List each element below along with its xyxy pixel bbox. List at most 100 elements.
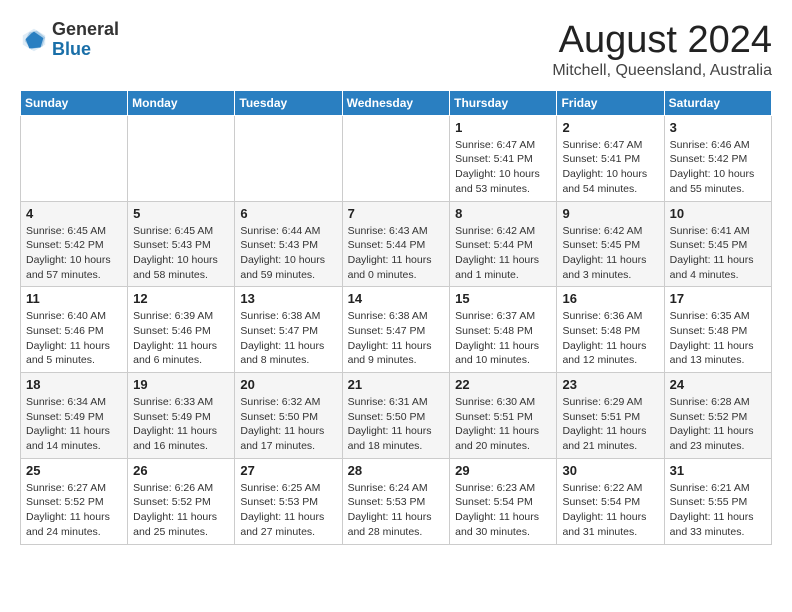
calendar-cell: 26 Sunrise: 6:26 AM Sunset: 5:52 PM Dayli…	[128, 458, 235, 544]
day-number: 13	[240, 291, 336, 306]
calendar-cell: 11 Sunrise: 6:40 AM Sunset: 5:46 PM Dayli…	[21, 287, 128, 373]
calendar-cell: 30 Sunrise: 6:22 AM Sunset: 5:54 PM Dayli…	[557, 458, 664, 544]
calendar-cell: 18 Sunrise: 6:34 AM Sunset: 5:49 PM Dayli…	[21, 373, 128, 459]
day-number: 6	[240, 206, 336, 221]
day-number: 14	[348, 291, 445, 306]
day-info: Sunrise: 6:23 AM Sunset: 5:54 PM Dayligh…	[455, 481, 551, 540]
day-number: 24	[670, 377, 766, 392]
calendar-cell: 6 Sunrise: 6:44 AM Sunset: 5:43 PM Daylig…	[235, 201, 342, 287]
calendar-cell: 29 Sunrise: 6:23 AM Sunset: 5:54 PM Dayli…	[450, 458, 557, 544]
day-number: 3	[670, 120, 766, 135]
calendar-cell: 2 Sunrise: 6:47 AM Sunset: 5:41 PM Daylig…	[557, 115, 664, 201]
day-info: Sunrise: 6:25 AM Sunset: 5:53 PM Dayligh…	[240, 481, 336, 540]
day-info: Sunrise: 6:43 AM Sunset: 5:44 PM Dayligh…	[348, 224, 445, 283]
calendar-table: SundayMondayTuesdayWednesdayThursdayFrid…	[20, 90, 772, 545]
calendar-cell: 31 Sunrise: 6:21 AM Sunset: 5:55 PM Dayli…	[664, 458, 771, 544]
day-info: Sunrise: 6:24 AM Sunset: 5:53 PM Dayligh…	[348, 481, 445, 540]
day-number: 11	[26, 291, 122, 306]
day-info: Sunrise: 6:30 AM Sunset: 5:51 PM Dayligh…	[455, 395, 551, 454]
day-number: 25	[26, 463, 122, 478]
calendar-cell: 13 Sunrise: 6:38 AM Sunset: 5:47 PM Dayli…	[235, 287, 342, 373]
calendar-cell: 4 Sunrise: 6:45 AM Sunset: 5:42 PM Daylig…	[21, 201, 128, 287]
day-info: Sunrise: 6:47 AM Sunset: 5:41 PM Dayligh…	[455, 138, 551, 197]
column-header-sunday: Sunday	[21, 90, 128, 115]
day-info: Sunrise: 6:34 AM Sunset: 5:49 PM Dayligh…	[26, 395, 122, 454]
page-header: General Blue August 2024 Mitchell, Queen…	[20, 20, 772, 80]
day-info: Sunrise: 6:44 AM Sunset: 5:43 PM Dayligh…	[240, 224, 336, 283]
calendar-cell: 23 Sunrise: 6:29 AM Sunset: 5:51 PM Dayli…	[557, 373, 664, 459]
day-number: 27	[240, 463, 336, 478]
calendar-cell	[128, 115, 235, 201]
day-number: 2	[562, 120, 658, 135]
day-number: 23	[562, 377, 658, 392]
logo-icon	[20, 26, 48, 54]
day-info: Sunrise: 6:45 AM Sunset: 5:42 PM Dayligh…	[26, 224, 122, 283]
calendar-cell: 10 Sunrise: 6:41 AM Sunset: 5:45 PM Dayli…	[664, 201, 771, 287]
calendar-cell: 17Sunrise: 6:35 AM Sunset: 5:48 PM Dayli…	[664, 287, 771, 373]
calendar-cell	[235, 115, 342, 201]
day-info: Sunrise: 6:31 AM Sunset: 5:50 PM Dayligh…	[348, 395, 445, 454]
calendar-week-5: 25 Sunrise: 6:27 AM Sunset: 5:52 PM Dayli…	[21, 458, 772, 544]
calendar-cell: 14Sunrise: 6:38 AM Sunset: 5:47 PM Dayli…	[342, 287, 450, 373]
day-info: Sunrise: 6:39 AM Sunset: 5:46 PM Dayligh…	[133, 309, 229, 368]
day-number: 22	[455, 377, 551, 392]
day-number: 31	[670, 463, 766, 478]
day-number: 5	[133, 206, 229, 221]
day-info: Sunrise: 6:22 AM Sunset: 5:54 PM Dayligh…	[562, 481, 658, 540]
month-title: August 2024	[552, 20, 772, 62]
calendar-cell: 20 Sunrise: 6:32 AM Sunset: 5:50 PM Dayli…	[235, 373, 342, 459]
day-number: 12	[133, 291, 229, 306]
day-info: Sunrise: 6:46 AM Sunset: 5:42 PM Dayligh…	[670, 138, 766, 197]
day-info: Sunrise: 6:33 AM Sunset: 5:49 PM Dayligh…	[133, 395, 229, 454]
day-info: Sunrise: 6:41 AM Sunset: 5:45 PM Dayligh…	[670, 224, 766, 283]
day-info: Sunrise: 6:35 AM Sunset: 5:48 PM Dayligh…	[670, 309, 766, 368]
day-info: Sunrise: 6:42 AM Sunset: 5:44 PM Dayligh…	[455, 224, 551, 283]
day-info: Sunrise: 6:27 AM Sunset: 5:52 PM Dayligh…	[26, 481, 122, 540]
day-info: Sunrise: 6:38 AM Sunset: 5:47 PM Dayligh…	[240, 309, 336, 368]
day-info: Sunrise: 6:42 AM Sunset: 5:45 PM Dayligh…	[562, 224, 658, 283]
day-number: 8	[455, 206, 551, 221]
logo-text: General Blue	[52, 20, 119, 60]
day-number: 15	[455, 291, 551, 306]
calendar-week-3: 11 Sunrise: 6:40 AM Sunset: 5:46 PM Dayli…	[21, 287, 772, 373]
calendar-cell	[21, 115, 128, 201]
calendar-cell: 15Sunrise: 6:37 AM Sunset: 5:48 PM Dayli…	[450, 287, 557, 373]
day-number: 29	[455, 463, 551, 478]
calendar-cell: 24 Sunrise: 6:28 AM Sunset: 5:52 PM Dayli…	[664, 373, 771, 459]
calendar-cell: 8 Sunrise: 6:42 AM Sunset: 5:44 PM Daylig…	[450, 201, 557, 287]
calendar-week-2: 4 Sunrise: 6:45 AM Sunset: 5:42 PM Daylig…	[21, 201, 772, 287]
day-info: Sunrise: 6:32 AM Sunset: 5:50 PM Dayligh…	[240, 395, 336, 454]
calendar-cell: 21 Sunrise: 6:31 AM Sunset: 5:50 PM Dayli…	[342, 373, 450, 459]
day-number: 18	[26, 377, 122, 392]
day-info: Sunrise: 6:29 AM Sunset: 5:51 PM Dayligh…	[562, 395, 658, 454]
day-info: Sunrise: 6:28 AM Sunset: 5:52 PM Dayligh…	[670, 395, 766, 454]
day-number: 30	[562, 463, 658, 478]
calendar-cell: 9 Sunrise: 6:42 AM Sunset: 5:45 PM Daylig…	[557, 201, 664, 287]
calendar-cell: 7Sunrise: 6:43 AM Sunset: 5:44 PM Daylig…	[342, 201, 450, 287]
title-block: August 2024 Mitchell, Queensland, Austra…	[552, 20, 772, 80]
day-number: 26	[133, 463, 229, 478]
day-info: Sunrise: 6:36 AM Sunset: 5:48 PM Dayligh…	[562, 309, 658, 368]
calendar-week-4: 18 Sunrise: 6:34 AM Sunset: 5:49 PM Dayli…	[21, 373, 772, 459]
calendar-cell: 3 Sunrise: 6:46 AM Sunset: 5:42 PM Daylig…	[664, 115, 771, 201]
column-header-monday: Monday	[128, 90, 235, 115]
day-number: 21	[348, 377, 445, 392]
day-number: 10	[670, 206, 766, 221]
column-header-friday: Friday	[557, 90, 664, 115]
calendar-cell	[342, 115, 450, 201]
day-number: 4	[26, 206, 122, 221]
calendar-cell: 16 Sunrise: 6:36 AM Sunset: 5:48 PM Dayli…	[557, 287, 664, 373]
day-info: Sunrise: 6:40 AM Sunset: 5:46 PM Dayligh…	[26, 309, 122, 368]
column-header-saturday: Saturday	[664, 90, 771, 115]
column-header-thursday: Thursday	[450, 90, 557, 115]
day-number: 16	[562, 291, 658, 306]
day-number: 9	[562, 206, 658, 221]
day-info: Sunrise: 6:47 AM Sunset: 5:41 PM Dayligh…	[562, 138, 658, 197]
day-number: 1	[455, 120, 551, 135]
calendar-cell: 1 Sunrise: 6:47 AM Sunset: 5:41 PM Daylig…	[450, 115, 557, 201]
day-number: 20	[240, 377, 336, 392]
calendar-cell: 12 Sunrise: 6:39 AM Sunset: 5:46 PM Dayli…	[128, 287, 235, 373]
day-info: Sunrise: 6:26 AM Sunset: 5:52 PM Dayligh…	[133, 481, 229, 540]
column-header-tuesday: Tuesday	[235, 90, 342, 115]
day-info: Sunrise: 6:21 AM Sunset: 5:55 PM Dayligh…	[670, 481, 766, 540]
